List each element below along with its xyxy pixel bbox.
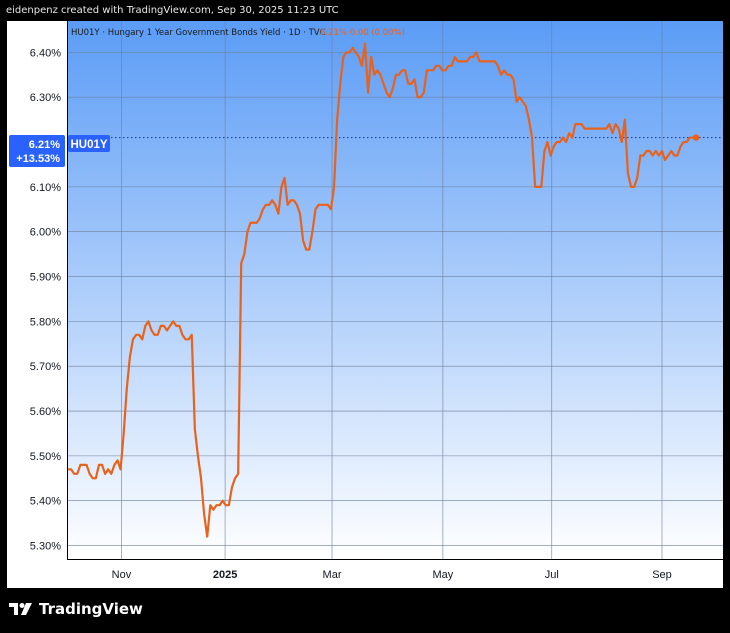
y-tick-label: 5.30% [30, 541, 61, 553]
x-tick-label: May [432, 569, 453, 581]
last-point-marker [692, 134, 700, 141]
y-tick-label: 5.40% [30, 496, 61, 508]
tradingview-logo-icon [9, 603, 32, 615]
y-axis: 6.40% 6.30% 6.10% 6.00% 5.90% 5.80% 5.70% 5.60%… [30, 47, 61, 552]
y-tick-label: 6.40% [30, 47, 61, 59]
x-tick-label: Sep [652, 569, 672, 581]
y-tick-label: 5.90% [30, 272, 61, 284]
y-tick-label: 6.30% [30, 92, 61, 104]
price-badge-change: +13.53% [16, 153, 60, 165]
y-tick-label: 6.10% [30, 182, 61, 194]
x-tick-label: Nov [112, 569, 132, 581]
y-tick-label: 5.60% [30, 406, 61, 418]
x-tick-label: Jul [545, 569, 559, 581]
price-chart[interactable]: 6.40% 6.30% 6.10% 6.00% 5.90% 5.80% 5.70% 5.60%… [7, 21, 723, 588]
footer: TradingView [9, 600, 143, 618]
y-tick-label: 5.50% [30, 451, 61, 463]
tradingview-brand: TradingView [39, 600, 143, 618]
y-tick-label: 5.70% [30, 361, 61, 373]
price-badge-value: 6.21% [29, 139, 60, 151]
symbol-badge-text: HU01Y [70, 139, 107, 151]
x-tick-label: Mar [323, 569, 342, 581]
legend-value: 6.21% 0.00 (0.00%) [320, 28, 405, 38]
x-tick-label: 2025 [213, 569, 237, 581]
y-tick-label: 5.80% [30, 316, 61, 328]
chart-frame: 6.40% 6.30% 6.10% 6.00% 5.90% 5.80% 5.70% 5.60%… [7, 21, 723, 588]
x-axis: Nov 2025 Mar May Jul Sep [112, 569, 672, 581]
plot-background [67, 21, 723, 559]
chart-caption: eidenpenz created with TradingView.com, … [6, 5, 339, 16]
y-tick-label: 6.00% [30, 227, 61, 239]
legend-symbol: HU01Y · Hungary 1 Year Government Bonds … [71, 28, 326, 38]
